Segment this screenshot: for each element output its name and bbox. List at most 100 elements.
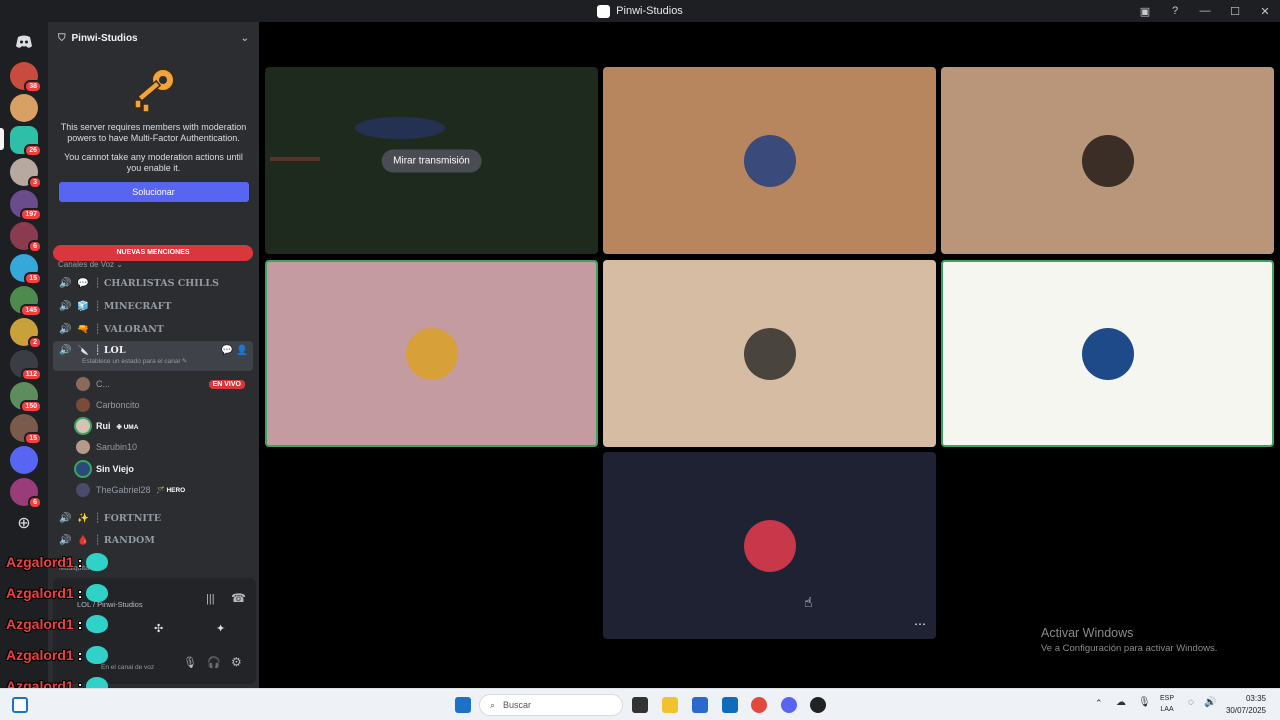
invite-icon[interactable]: 👤 <box>236 345 248 356</box>
avatar <box>76 462 90 476</box>
chevron-down-icon[interactable]: ⌄ <box>241 33 249 44</box>
participant-tile-speaking[interactable] <box>265 260 598 447</box>
server-icon[interactable]: 112 <box>10 350 42 381</box>
channel-fortnite[interactable]: 🔊 ✨ ┊ FORTNITE <box>53 508 253 528</box>
language-indicator[interactable]: ESP LAA <box>1160 693 1174 715</box>
channel-random[interactable]: 🔊 🩸 ┊ RANDOM <box>53 530 253 550</box>
task-view-icon[interactable] <box>632 697 648 713</box>
server-icon[interactable]: 150 <box>10 382 42 413</box>
channel-name: ┊ RANDOM <box>94 534 155 546</box>
watch-stream-button[interactable]: Mirar transmisión <box>381 149 482 172</box>
help-icon[interactable]: ? <box>1160 5 1190 17</box>
participant-tile[interactable] <box>603 260 936 447</box>
user-name: Sin Viejo <box>96 464 134 474</box>
voice-user[interactable]: C... EN VIVO <box>76 374 251 394</box>
server-icon[interactable]: 6 <box>10 478 42 509</box>
voice-category[interactable]: Canales de Voz ⌄ <box>58 260 123 269</box>
server-header[interactable]: ⛉ Pinwi-Studios ⌄ <box>48 22 259 54</box>
participant-tile[interactable] <box>603 67 936 254</box>
chrome-icon[interactable] <box>751 697 767 713</box>
activities-icon[interactable]: ✣ <box>154 622 163 635</box>
voice-user[interactable]: TheGabriel28 🪄 HERO <box>76 480 251 500</box>
server-icon[interactable]: 145 <box>10 286 42 317</box>
discord-icon[interactable] <box>781 697 797 713</box>
inbox-icon[interactable]: ▣ <box>1130 5 1160 18</box>
server-icon[interactable]: 15 <box>10 414 42 445</box>
new-mentions-banner[interactable]: NUEVAS MENCIONES <box>53 245 253 261</box>
cloud-icon[interactable]: ☁ <box>1116 697 1126 708</box>
soundboard-icon[interactable]: ||| <box>206 593 215 605</box>
mic-icon[interactable]: 🎙 <box>183 656 197 669</box>
add-server-icon[interactable]: ⊕ <box>10 510 38 538</box>
server-icon[interactable]: 6 <box>10 222 42 253</box>
channel-emoji: 💬 <box>77 277 89 289</box>
network-icon[interactable]: ◌ <box>1188 697 1194 708</box>
channel-name: ┊ MINECRAFT <box>94 300 172 312</box>
cat-emoji-icon <box>86 584 109 602</box>
effects-icon[interactable]: ✦ <box>216 622 225 635</box>
overlay-name: Azgalord1 <box>6 616 74 632</box>
participant-tile[interactable] <box>941 67 1274 254</box>
mfa-text: This server requires members with modera… <box>60 122 247 143</box>
voice-user[interactable]: Sarubin10 <box>76 437 251 457</box>
voice-user[interactable]: Rui 🜋 UMA <box>76 416 251 436</box>
chat-icon[interactable]: 💬 <box>221 345 233 356</box>
overlay-sep: : <box>77 616 83 632</box>
app-icon <box>597 4 611 18</box>
headphones-icon[interactable]: 🎧 <box>207 656 221 669</box>
clock[interactable]: 03:35 30/07/2025 <box>1226 693 1266 717</box>
speaker-icon: 🔊 <box>59 300 72 312</box>
server-icon[interactable]: 3 <box>10 158 42 189</box>
file-explorer-icon[interactable] <box>662 697 678 713</box>
overlay-line: Azgalord1: <box>6 615 109 633</box>
discord-home-icon[interactable] <box>10 28 38 56</box>
participant-tile[interactable]: ⋯ <box>603 452 936 639</box>
participant-tile-speaking[interactable] <box>941 260 1274 447</box>
server-badge: 197 <box>20 208 42 221</box>
server-icon[interactable]: 2 <box>10 318 42 349</box>
server-icon[interactable] <box>10 446 38 474</box>
avatar <box>76 377 90 391</box>
avatar <box>76 419 90 433</box>
server-icon[interactable] <box>10 94 38 122</box>
channel-name: ┊ VALORANT <box>94 323 164 335</box>
search-placeholder: Buscar <box>503 700 532 710</box>
app-icon[interactable] <box>810 697 826 713</box>
voice-user[interactable]: Carboncito <box>76 395 251 415</box>
overlay-sep: : <box>77 585 83 601</box>
server-icon[interactable]: 15 <box>10 254 42 285</box>
store-icon[interactable] <box>692 697 708 713</box>
server-icon[interactable]: 197 <box>10 190 42 221</box>
channel-lol[interactable]: 🔊 🔪 ┊ LOL 💬 👤 Establece un estado para e… <box>53 341 253 371</box>
time: 03:35 <box>1245 694 1266 703</box>
close-button[interactable]: ✕ <box>1250 5 1280 18</box>
server-badge: 150 <box>20 400 42 413</box>
avatar <box>743 134 796 187</box>
channel-minecraft[interactable]: 🔊 🧊 ┊ MINECRAFT <box>53 296 253 316</box>
minimize-button[interactable]: — <box>1190 5 1220 17</box>
disconnect-icon[interactable]: ☎ <box>231 591 246 605</box>
settings-icon[interactable]: ⚙ <box>231 655 242 669</box>
cat-emoji-icon <box>86 646 109 664</box>
channel-status[interactable]: Establece un estado para el canal ✎ <box>82 357 187 365</box>
stream-tile[interactable]: Mirar transmisión <box>265 67 598 254</box>
shield-icon: ⛉ <box>58 32 66 44</box>
cat-emoji-icon <box>86 615 109 633</box>
mic-icon[interactable]: 🎙 <box>1138 697 1151 708</box>
outlook-icon[interactable] <box>722 697 738 713</box>
widgets-icon[interactable] <box>12 697 28 713</box>
server-icon[interactable]: 38 <box>10 62 42 93</box>
server-badge: 2 <box>28 336 42 349</box>
channel-valorant[interactable]: 🔊 🔫 ┊ VALORANT <box>53 319 253 339</box>
server-icon-pinwi[interactable]: 26 <box>10 126 42 157</box>
volume-icon[interactable]: 🔊 <box>1204 697 1216 708</box>
solucionar-button[interactable]: Solucionar <box>58 182 249 202</box>
more-options-icon[interactable]: ⋯ <box>914 617 926 631</box>
start-icon[interactable] <box>455 697 471 713</box>
maximize-button[interactable]: ☐ <box>1220 5 1250 18</box>
chevron-up-icon[interactable]: ⌃ <box>1095 698 1103 709</box>
voice-user[interactable]: Sin Viejo <box>76 459 251 479</box>
channel-charlistas-chills[interactable]: 🔊 💬 ┊ CHARLISTAS CHILLS <box>53 273 253 293</box>
taskbar-search[interactable]: ⌕ Buscar <box>479 694 623 716</box>
channel-emoji: 🩸 <box>77 534 89 546</box>
